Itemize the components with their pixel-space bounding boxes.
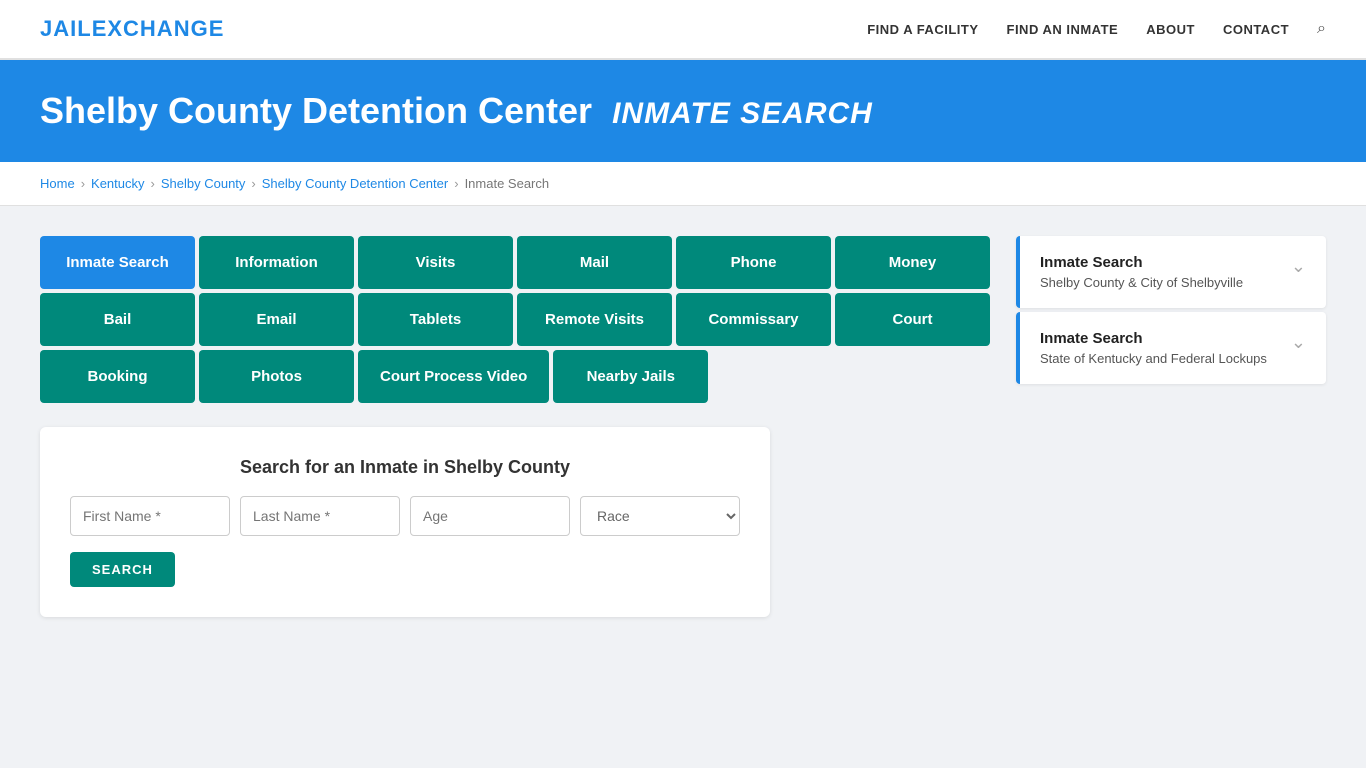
right-sidebar: Inmate Search Shelby County & City of Sh… bbox=[1016, 236, 1326, 617]
logo-part2: EXCHANGE bbox=[92, 16, 225, 41]
sidebar-item-shelby-subtitle: Shelby County & City of Shelbyville bbox=[1040, 275, 1243, 290]
breadcrumb-sep-4: › bbox=[454, 176, 458, 191]
nav-about[interactable]: ABOUT bbox=[1146, 22, 1195, 37]
search-fields: Race White Black Hispanic Asian Other bbox=[70, 496, 740, 536]
nav-find-inmate[interactable]: FIND AN INMATE bbox=[1007, 22, 1119, 37]
age-input[interactable] bbox=[410, 496, 570, 536]
sidebar-item-shelby-title: Inmate Search bbox=[1040, 254, 1243, 271]
sidebar-item-kentucky-federal[interactable]: Inmate Search State of Kentucky and Fede… bbox=[1016, 312, 1326, 384]
breadcrumb-sep-3: › bbox=[251, 176, 255, 191]
nav-contact[interactable]: CONTACT bbox=[1223, 22, 1289, 37]
tab-visits[interactable]: Visits bbox=[358, 236, 513, 289]
sidebar-item-kentucky-content: Inmate Search State of Kentucky and Fede… bbox=[1040, 330, 1267, 366]
breadcrumb-sep-2: › bbox=[151, 176, 155, 191]
search-icon[interactable]: ⌕ bbox=[1317, 20, 1326, 38]
tab-email[interactable]: Email bbox=[199, 293, 354, 346]
tab-information[interactable]: Information bbox=[199, 236, 354, 289]
sidebar-item-kentucky-subtitle: State of Kentucky and Federal Lockups bbox=[1040, 351, 1267, 366]
tab-booking[interactable]: Booking bbox=[40, 350, 195, 403]
breadcrumb-kentucky[interactable]: Kentucky bbox=[91, 176, 144, 191]
left-panel: Inmate Search Information Visits Mail Ph… bbox=[40, 236, 992, 617]
breadcrumb-home[interactable]: Home bbox=[40, 176, 75, 191]
main-content: Inmate Search Information Visits Mail Ph… bbox=[0, 206, 1366, 647]
site-logo[interactable]: JAILEXCHANGE bbox=[40, 16, 224, 42]
site-header: JAILEXCHANGE FIND A FACILITY FIND AN INM… bbox=[0, 0, 1366, 60]
tab-court-process-video[interactable]: Court Process Video bbox=[358, 350, 549, 403]
sidebar-item-shelby-content: Inmate Search Shelby County & City of Sh… bbox=[1040, 254, 1243, 290]
search-button[interactable]: SEARCH bbox=[70, 552, 175, 587]
breadcrumb-current: Inmate Search bbox=[465, 176, 550, 191]
tab-photos[interactable]: Photos bbox=[199, 350, 354, 403]
main-nav: FIND A FACILITY FIND AN INMATE ABOUT CON… bbox=[867, 20, 1326, 38]
inmate-search-box: Search for an Inmate in Shelby County Ra… bbox=[40, 427, 770, 617]
tab-money[interactable]: Money bbox=[835, 236, 990, 289]
logo-part1: JAIL bbox=[40, 16, 92, 41]
nav-find-facility[interactable]: FIND A FACILITY bbox=[867, 22, 978, 37]
race-select[interactable]: Race White Black Hispanic Asian Other bbox=[580, 496, 740, 536]
breadcrumb: Home › Kentucky › Shelby County › Shelby… bbox=[0, 162, 1366, 206]
hero-title: Shelby County Detention Center bbox=[40, 90, 592, 131]
last-name-input[interactable] bbox=[240, 496, 400, 536]
tabs-grid: Inmate Search Information Visits Mail Ph… bbox=[40, 236, 992, 403]
tab-commissary[interactable]: Commissary bbox=[676, 293, 831, 346]
sidebar-item-kentucky-title: Inmate Search bbox=[1040, 330, 1267, 347]
tab-bail[interactable]: Bail bbox=[40, 293, 195, 346]
first-name-input[interactable] bbox=[70, 496, 230, 536]
chevron-down-icon-2: ⌄ bbox=[1291, 332, 1306, 353]
tab-tablets[interactable]: Tablets bbox=[358, 293, 513, 346]
chevron-down-icon: ⌄ bbox=[1291, 256, 1306, 277]
hero-subtitle: INMATE SEARCH bbox=[612, 97, 873, 130]
tab-remote-visits[interactable]: Remote Visits bbox=[517, 293, 672, 346]
tab-nearby-jails[interactable]: Nearby Jails bbox=[553, 350, 708, 403]
breadcrumb-shelby-detention[interactable]: Shelby County Detention Center bbox=[262, 176, 448, 191]
breadcrumb-sep-1: › bbox=[81, 176, 85, 191]
tab-court[interactable]: Court bbox=[835, 293, 990, 346]
tab-mail[interactable]: Mail bbox=[517, 236, 672, 289]
breadcrumb-shelby-county[interactable]: Shelby County bbox=[161, 176, 246, 191]
page-title: Shelby County Detention Center INMATE SE… bbox=[40, 90, 1326, 132]
tab-phone[interactable]: Phone bbox=[676, 236, 831, 289]
search-title: Search for an Inmate in Shelby County bbox=[70, 457, 740, 478]
sidebar-item-shelby-county[interactable]: Inmate Search Shelby County & City of Sh… bbox=[1016, 236, 1326, 308]
tab-inmate-search[interactable]: Inmate Search bbox=[40, 236, 195, 289]
hero-section: Shelby County Detention Center INMATE SE… bbox=[0, 60, 1366, 162]
